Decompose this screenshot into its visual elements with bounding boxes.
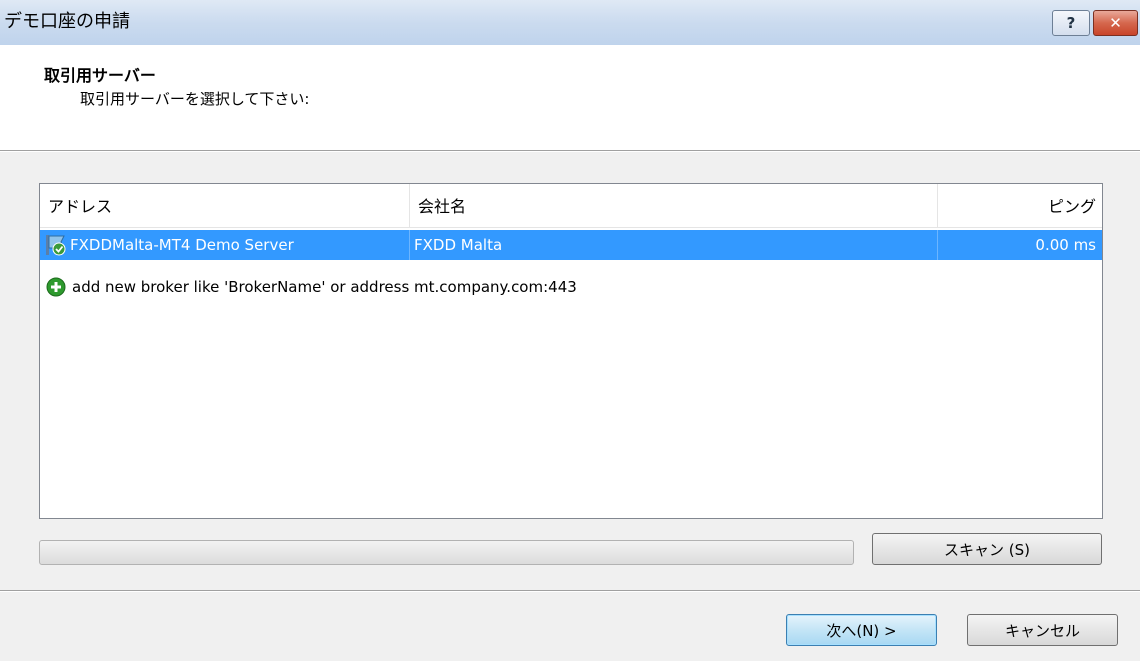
wizard-header: 取引用サーバー 取引用サーバーを選択して下さい:	[0, 45, 1140, 150]
header-divider	[0, 150, 1140, 152]
help-icon: ?	[1066, 14, 1076, 32]
server-company: FXDD Malta	[414, 236, 503, 254]
window-title: デモ口座の申請	[4, 11, 130, 32]
list-header: アドレス 会社名 ピング	[40, 184, 1102, 228]
column-header-company[interactable]: 会社名	[410, 184, 938, 228]
add-broker-cell: add new broker like 'BrokerName' or addr…	[40, 277, 577, 297]
server-list[interactable]: アドレス 会社名 ピング FXDDMalta-MT4 Demo Server F…	[39, 183, 1103, 519]
add-circle-icon	[46, 277, 66, 297]
next-button[interactable]: 次へ(N) >	[786, 614, 937, 646]
server-ping-cell: 0.00 ms	[938, 230, 1102, 260]
help-button[interactable]: ?	[1052, 10, 1090, 36]
server-flag-icon	[46, 235, 66, 256]
scan-progress-bar	[39, 540, 854, 565]
footer-divider	[0, 590, 1140, 592]
server-row[interactable]: FXDDMalta-MT4 Demo Server FXDD Malta 0.0…	[40, 230, 1102, 260]
column-header-ping[interactable]: ピング	[938, 184, 1102, 228]
title-bar[interactable]: デモ口座の申請 ? ✕	[0, 0, 1140, 45]
page-title: 取引用サーバー	[44, 66, 156, 85]
close-button[interactable]: ✕	[1093, 10, 1138, 36]
close-icon: ✕	[1109, 14, 1122, 32]
page-subtitle: 取引用サーバーを選択して下さい:	[80, 90, 310, 108]
column-header-address[interactable]: アドレス	[40, 184, 410, 228]
add-broker-row[interactable]: add new broker like 'BrokerName' or addr…	[40, 272, 1102, 302]
server-company-cell: FXDD Malta	[410, 230, 938, 260]
server-ping: 0.00 ms	[1035, 236, 1096, 254]
server-address-cell: FXDDMalta-MT4 Demo Server	[40, 230, 410, 260]
server-address: FXDDMalta-MT4 Demo Server	[70, 236, 294, 254]
scan-button[interactable]: スキャン (S)	[872, 533, 1102, 565]
add-broker-text: add new broker like 'BrokerName' or addr…	[72, 278, 577, 296]
cancel-button[interactable]: キャンセル	[967, 614, 1118, 646]
